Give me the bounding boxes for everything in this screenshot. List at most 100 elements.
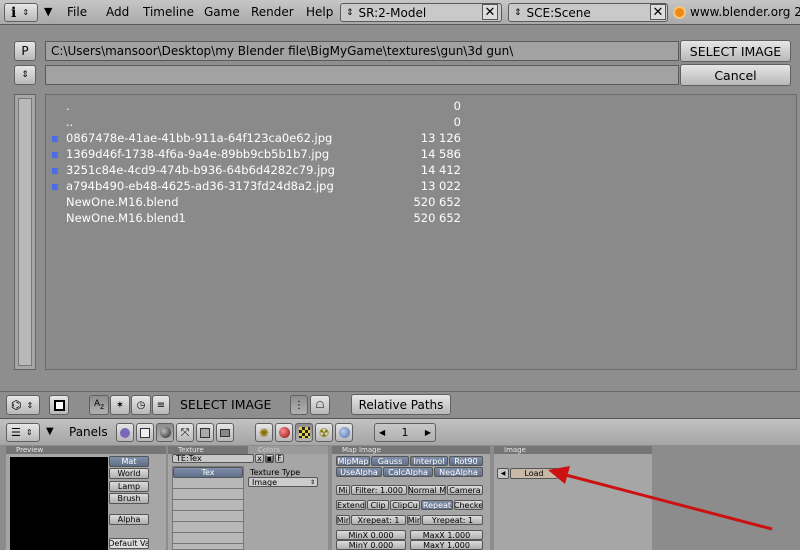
info-toggle-button[interactable]: ⋮ (290, 395, 308, 415)
file-name[interactable]: . (66, 99, 70, 113)
parent-dir-button[interactable]: P (14, 41, 36, 61)
texture-slot[interactable] (173, 512, 243, 522)
image-panel-header[interactable]: Image (494, 446, 652, 454)
maxx-field[interactable]: MaxX 1.000 (410, 530, 483, 540)
texture-slot[interactable] (173, 501, 243, 511)
clip-option[interactable]: Clip (367, 500, 389, 510)
frame-number-field[interactable]: ◀ 1 ▶ (374, 423, 436, 442)
image-browse-button[interactable]: ◀ (497, 468, 509, 479)
collapse-menu-icon[interactable]: ▼ (44, 5, 52, 18)
close-scene-icon[interactable]: ✕ (650, 4, 666, 20)
texture-type-value[interactable]: Image (252, 478, 277, 486)
negalpha-toggle[interactable]: NegAlpha (434, 467, 483, 477)
shading-context-button[interactable] (156, 423, 174, 442)
buttons-editor-type-button[interactable]: ☰ ⇕ (6, 423, 40, 442)
editor-type-button[interactable]: i ⇕ (4, 3, 38, 22)
editing-context-button[interactable] (196, 423, 214, 442)
texture-slot[interactable] (173, 490, 243, 500)
cancel-button[interactable]: Cancel (680, 64, 791, 86)
close-screen-icon[interactable]: ✕ (482, 4, 498, 20)
ghost-toggle-button[interactable]: ☖ (310, 395, 330, 415)
mirror-x-toggle[interactable]: Mir (336, 515, 350, 525)
chevron-left-icon[interactable]: ◀ (379, 428, 385, 437)
sort-alpha-button[interactable]: Az (89, 395, 109, 415)
chevron-right-icon[interactable]: ▶ (425, 428, 431, 437)
preview-alpha-button[interactable]: Alpha (109, 514, 149, 525)
menu-file[interactable]: File (67, 5, 87, 19)
relative-paths-toggle[interactable]: Relative Paths (351, 394, 451, 415)
texture-slot[interactable] (173, 479, 243, 489)
texture-slot[interactable] (173, 523, 243, 533)
preview-panel-header[interactable]: Preview (6, 446, 166, 454)
list-item[interactable]: NewOne.M16.blend1 520 652 (66, 211, 466, 227)
mipmap-toggle[interactable]: MipMap (336, 456, 370, 466)
file-name[interactable]: .. (66, 115, 73, 129)
mi-toggle[interactable]: Mi (336, 485, 350, 495)
list-item[interactable]: . 0 (66, 99, 466, 115)
preview-world-button[interactable]: World (109, 468, 149, 479)
preview-mat-button[interactable]: Mat (109, 456, 149, 467)
scrollbar-thumb[interactable] (18, 98, 32, 366)
list-item[interactable]: .. 0 (66, 115, 466, 131)
sort-date-button[interactable]: ◷ (131, 395, 151, 415)
default-vars-button[interactable]: Default Va (109, 538, 149, 549)
colors-tab[interactable]: Colors (248, 446, 328, 454)
list-item[interactable]: 3251c84e-4cd9-474b-b936-64b6d4282c79.jpg… (52, 163, 466, 179)
screen-selector[interactable]: ⇕ SR:2-Model (340, 3, 502, 22)
calcalpha-toggle[interactable]: CalcAlpha (383, 467, 433, 477)
toggle-view-button[interactable] (49, 395, 69, 415)
menu-game[interactable]: Game (204, 5, 240, 19)
texture-panel-header[interactable]: Texture (168, 446, 248, 454)
texture-browse-button[interactable]: ▣ (265, 454, 274, 463)
file-list-scrollbar[interactable] (14, 94, 36, 370)
sort-type-button[interactable]: ✶ (110, 395, 130, 415)
file-editor-type-button[interactable]: ⌬ ⇕ (6, 395, 40, 415)
gauss-toggle[interactable]: Gauss (371, 456, 409, 466)
sort-size-button[interactable]: ≡ (152, 395, 170, 415)
material-subcontext-button[interactable] (275, 423, 293, 442)
checker-option[interactable]: Checke (454, 500, 483, 510)
radiosity-subcontext-button[interactable]: ☢ (315, 423, 333, 442)
filename-field[interactable] (45, 65, 679, 85)
menu-help[interactable]: Help (306, 5, 333, 19)
maxy-field[interactable]: MaxY 1.000 (410, 540, 483, 550)
file-name[interactable]: 1369d46f-1738-4f6a-9a4e-89bb9cb5b1b7.jpg (66, 147, 329, 161)
file-name[interactable]: 0867478e-41ae-41bb-911a-64f123ca0e62.jpg (66, 131, 332, 145)
map-image-panel-header[interactable]: Map Image (332, 446, 490, 454)
texture-clear-button[interactable]: x (255, 454, 264, 463)
minx-field[interactable]: MinX 0.000 (336, 530, 406, 540)
extend-option[interactable]: Extend (336, 500, 366, 510)
path-field[interactable]: C:\Users\mansoor\Desktop\my Blender file… (45, 41, 679, 61)
normal-map-toggle[interactable]: Normal M (408, 485, 446, 495)
blender-url[interactable]: www.blender.org 2 (690, 5, 800, 19)
texture-slot-active[interactable]: Tex (173, 467, 243, 478)
xrepeat-field[interactable]: Xrepeat: 1 (351, 515, 406, 525)
interpol-toggle[interactable]: Interpol (410, 456, 448, 466)
texture-slot[interactable] (173, 534, 243, 544)
frame-number[interactable]: 1 (402, 426, 409, 439)
texture-fake-user-button[interactable]: F (275, 454, 284, 463)
texture-name-field[interactable]: TE:Tex (172, 454, 254, 463)
list-item[interactable]: 1369d46f-1738-4f6a-9a4e-89bb9cb5b1b7.jpg… (52, 147, 466, 163)
file-name[interactable]: NewOne.M16.blend1 (66, 211, 186, 225)
preview-lamp-button[interactable]: Lamp (109, 481, 149, 492)
list-item[interactable]: a794b490-eb48-4625-ad36-3173fd24d8a2.jpg… (52, 179, 466, 195)
mirror-y-toggle[interactable]: Mir (407, 515, 421, 525)
clipcube-option[interactable]: ClipCu (390, 500, 420, 510)
menu-timeline[interactable]: Timeline (143, 5, 194, 19)
dir-menu-button[interactable]: ⇕ (14, 65, 36, 85)
world-subcontext-button[interactable] (335, 423, 353, 442)
texture-subcontext-button[interactable] (295, 423, 313, 442)
screen-name[interactable]: SR:2-Model (359, 6, 427, 20)
texture-name[interactable]: TE:Tex (176, 455, 202, 462)
file-name[interactable]: NewOne.M16.blend (66, 195, 179, 209)
filter-field[interactable]: Filter: 1.000 (351, 485, 407, 495)
miny-field[interactable]: MinY 0.000 (336, 540, 406, 550)
file-name[interactable]: a794b490-eb48-4625-ad36-3173fd24d8a2.jpg (66, 179, 334, 193)
collapse-panels-icon[interactable]: ▼ (46, 426, 54, 437)
scene-name[interactable]: SCE:Scene (527, 6, 591, 20)
texture-type-select[interactable]: Image ⇕ (248, 477, 318, 487)
repeat-option[interactable]: Repeat (421, 500, 453, 510)
usealpha-toggle[interactable]: UseAlpha (336, 467, 382, 477)
camera-toggle[interactable]: Camera (447, 485, 483, 495)
